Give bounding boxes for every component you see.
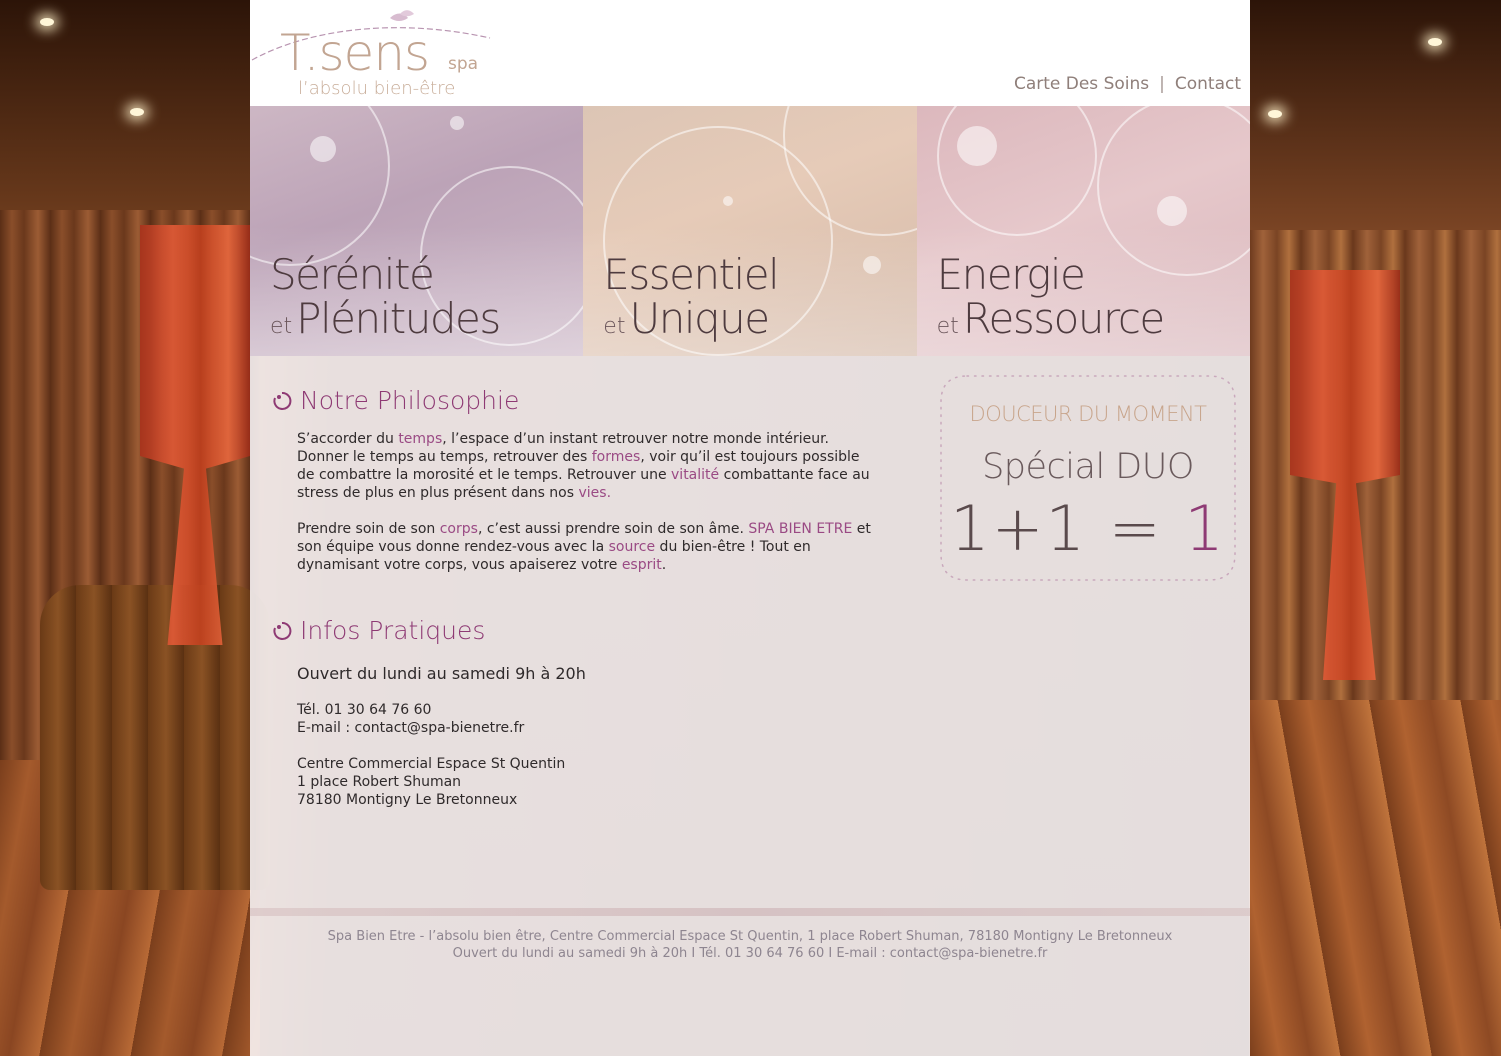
banner-tile-subtitle: etUnique [603,294,770,343]
philosophy-title: Notre Philosophie [300,386,520,415]
address-line-3: 78180 Montigny Le Bretonneux [297,792,518,808]
banner-tile-title: Sérénité [270,250,435,299]
promo-special: Spécial DUO [982,447,1194,487]
address-line-1: Centre Commercial Espace St Quentin [297,756,566,772]
footer-address: Spa Bien Etre - l’absolu bien être, Cent… [327,929,1173,944]
swirl-bullet-icon [273,621,292,640]
philosophy-heading: Notre Philosophie [272,386,519,415]
background-ceiling-left [0,0,260,210]
nav-separator: | [1159,74,1165,94]
logo-spa-label: spa [448,54,479,74]
banner-tile-essentiel[interactable]: Essentiel etUnique [583,106,917,356]
ceiling-lamp [1268,110,1282,118]
logo[interactable]: T.sens spa l’absolu bien-être [250,8,500,104]
nav-contact-link[interactable]: Contact [1175,74,1241,94]
infos-block: Ouvert du lundi au samedi 9h à 20h Tél. … [297,664,857,809]
background-wooden-tub [40,585,270,890]
header: T.sens spa l’absolu bien-être Carte Des … [250,0,1250,106]
ceiling-lamp [1428,38,1442,46]
main-panel: T.sens spa l’absolu bien-être Carte Des … [250,0,1250,1056]
philosophy-paragraph-2: Prendre soin de son corps, c’est aussi p… [297,521,871,573]
footer-contact: Ouvert du lundi au samedi 9h à 20h I Tél… [452,946,1048,961]
footer-divider [250,908,1250,916]
banner-tile-title: Energie [936,250,1086,299]
hero-banner: Sérénité etPlénitudes Essentiel etUnique… [250,106,1250,356]
footer: Spa Bien Etre - l’absolu bien être, Cent… [250,908,1250,1056]
ceiling-lamp [130,108,144,116]
logo-tagline: l’absolu bien-être [298,78,456,99]
phone-number: Tél. 01 30 64 76 60 [297,702,432,718]
philosophy-text: S’accorder du temps, l’espace d’un insta… [297,430,877,592]
banner-tile-serenite[interactable]: Sérénité etPlénitudes [250,106,584,356]
swirl-bullet-icon [273,391,292,410]
logo-name: T.sens [280,24,430,82]
banner-tile-energie[interactable]: Energie etRessource [916,106,1250,356]
background-ceiling-right [1249,0,1501,230]
banner-tile-subtitle: etRessource [936,294,1166,343]
opening-hours: Ouvert du lundi au samedi 9h à 20h [297,664,586,683]
top-navigation: Carte Des Soins | Contact [1014,74,1241,94]
email-address[interactable]: E-mail : contact@spa-bienetre.fr [297,719,857,737]
banner-tile-title: Essentiel [603,250,779,299]
banner-tile-subtitle: etPlénitudes [270,294,501,343]
infos-title: Infos Pratiques [300,616,486,645]
philosophy-paragraph-1: S’accorder du temps, l’espace d’un insta… [297,431,870,501]
promo-title: DOUCEUR DU MOMENT [969,402,1207,426]
address-line-2: 1 place Robert Shuman [297,774,462,790]
promo-formula: 1+1 = 1 [950,492,1226,565]
promo-box[interactable]: DOUCEUR DU MOMENT Spécial DUO 1+1 = 1 [937,372,1239,584]
ceiling-lamp [40,18,54,26]
nav-carte-des-soins-link[interactable]: Carte Des Soins [1014,74,1149,94]
infos-heading: Infos Pratiques [272,616,485,645]
background-floor-right [1249,700,1501,1056]
